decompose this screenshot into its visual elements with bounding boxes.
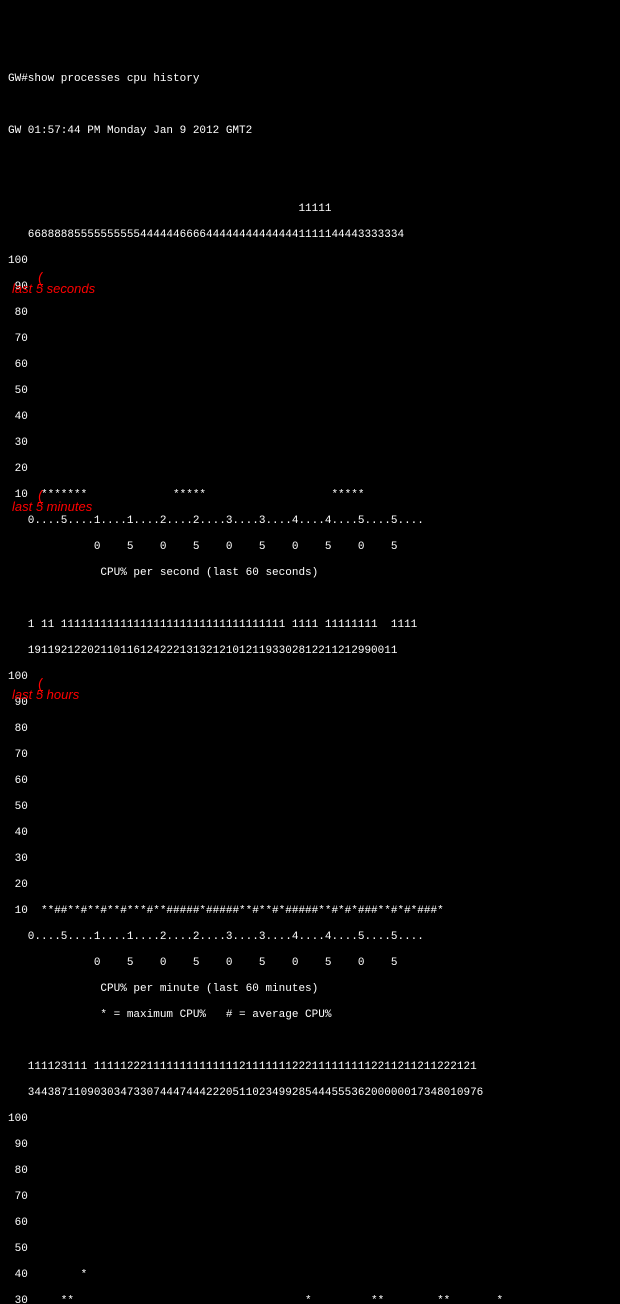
chart1-y90: 90 <box>8 281 612 294</box>
chart2-header1: 1 11 1111111111111111111111111111111111 … <box>8 619 612 632</box>
chart3-y80: 80 <box>8 1165 612 1178</box>
chart1-xaxis2: 0 5 0 5 0 5 0 5 0 5 <box>8 541 612 554</box>
chart3-y40: 40 * <box>8 1269 612 1282</box>
chart1-header1: 11111 <box>8 203 612 216</box>
chart2-y100: 100 <box>8 671 612 684</box>
annotation-seconds: last 5 seconds <box>12 282 95 295</box>
chart2-y70: 70 <box>8 749 612 762</box>
annotation-hours: last 5 hours <box>12 688 79 701</box>
chart1-y70: 70 <box>8 333 612 346</box>
chart3-header1: 111123111 111112221111111111111121111111… <box>8 1061 612 1074</box>
chart1-y10: 10 ******* ***** ***** <box>8 489 612 502</box>
chart2-caption: CPU% per minute (last 60 minutes) <box>8 983 612 996</box>
chart2-y10: 10 **##**#**#**#***#**#####*#####**#**#*… <box>8 905 612 918</box>
annotation-minutes: last 5 minutes <box>12 500 92 513</box>
chart3-y60: 60 <box>8 1217 612 1230</box>
chart3-y50: 50 <box>8 1243 612 1256</box>
chart1-y100: 100 <box>8 255 612 268</box>
chart3-y90: 90 <box>8 1139 612 1152</box>
chart2-y20: 20 <box>8 879 612 892</box>
chart1-y80: 80 <box>8 307 612 320</box>
chart2-y50: 50 <box>8 801 612 814</box>
chart3-y100: 100 <box>8 1113 612 1126</box>
chart1-y20: 20 <box>8 463 612 476</box>
chart1-y30: 30 <box>8 437 612 450</box>
chart2-y90: 90 <box>8 697 612 710</box>
chart2-xaxis1: 0....5....1....1....2....2....3....3....… <box>8 931 612 944</box>
chart2-y80: 80 <box>8 723 612 736</box>
terminal-output: GW#show processes cpu history GW 01:57:4… <box>8 60 612 1304</box>
chart1-xaxis1: 0....5....1....1....2....2....3....3....… <box>8 515 612 528</box>
chart2-y30: 30 <box>8 853 612 866</box>
timestamp-line: GW 01:57:44 PM Monday Jan 9 2012 GMT2 <box>8 125 612 138</box>
chart1-header2: 6688888555555555544444466664444444444444… <box>8 229 612 242</box>
chart2-legend: * = maximum CPU% # = average CPU% <box>8 1009 612 1022</box>
chart3-header2: 3443871109030347330744474442220511023499… <box>8 1087 612 1100</box>
chart3-y30: 30 ** * ** ** * <box>8 1295 612 1304</box>
chart1-y50: 50 <box>8 385 612 398</box>
chart2-y40: 40 <box>8 827 612 840</box>
chart1-y60: 60 <box>8 359 612 372</box>
chart2-xaxis2: 0 5 0 5 0 5 0 5 0 5 <box>8 957 612 970</box>
chart1-y40: 40 <box>8 411 612 424</box>
chart3-y70: 70 <box>8 1191 612 1204</box>
command-line: GW#show processes cpu history <box>8 73 612 86</box>
chart1-caption: CPU% per second (last 60 seconds) <box>8 567 612 580</box>
chart2-y60: 60 <box>8 775 612 788</box>
